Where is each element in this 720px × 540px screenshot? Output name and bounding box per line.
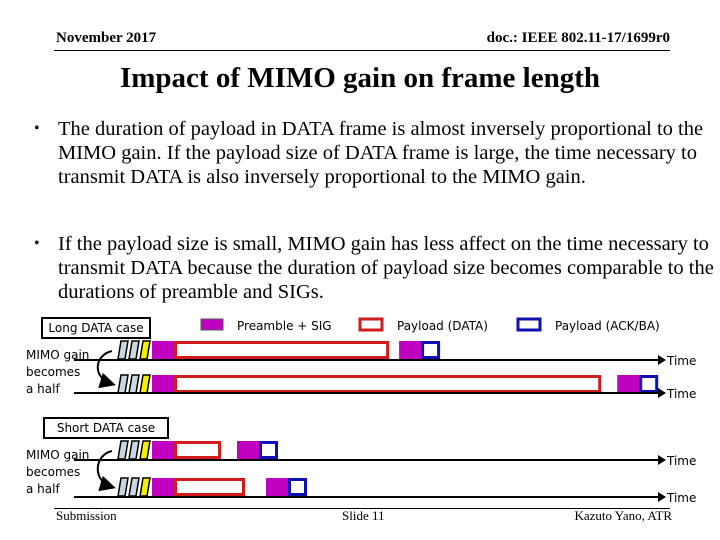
payload-data-block <box>174 478 245 496</box>
legend-preamble-swatch <box>200 318 224 331</box>
gain-arrow-icon <box>96 450 116 492</box>
legend-payload-data-swatch <box>358 317 384 332</box>
payload-data-block <box>174 375 602 393</box>
time-axis-label: Time <box>666 354 696 368</box>
spatial-stream-icon <box>139 477 151 497</box>
gain-note-text: a half <box>26 482 60 496</box>
payload-data-block <box>174 341 390 359</box>
legend-payload-ack-label: Payload (ACK/BA) <box>555 319 660 333</box>
spatial-stream-icon <box>117 440 129 460</box>
footer-slide-number: Slide 11 <box>342 508 385 523</box>
spatial-stream-icon <box>128 477 140 497</box>
ack-preamble-block <box>399 341 422 359</box>
ack-preamble-block <box>266 478 288 496</box>
ack-preamble-block <box>237 441 259 459</box>
spatial-stream-icon <box>117 340 129 360</box>
footer-author: Kazuto Yano, ATR <box>574 508 672 523</box>
legend: Preamble + SIG Payload (DATA) Payload (A… <box>200 317 660 333</box>
legend-preamble-label: Preamble + SIG <box>237 319 332 333</box>
ack-preamble-block <box>617 375 640 393</box>
time-axis-arrow-icon <box>658 492 666 502</box>
spatial-stream-icon <box>139 440 151 460</box>
gain-arrow-icon <box>96 350 116 389</box>
spatial-stream-icon <box>117 374 129 394</box>
spatial-stream-icon <box>128 374 140 394</box>
preamble-block <box>152 478 174 496</box>
preamble-block <box>152 341 174 359</box>
time-axis-label: Time <box>666 387 696 401</box>
payload-ack-block <box>259 441 278 459</box>
payload-ack-block <box>421 341 441 359</box>
spatial-stream-icon <box>128 440 140 460</box>
footer-submission: Submission <box>56 508 117 523</box>
preamble-block <box>152 441 174 459</box>
legend-payload-ack-swatch <box>516 317 542 332</box>
frame-diagram: Preamble + SIG Payload (DATA) Payload (A… <box>26 317 696 505</box>
spatial-stream-icon <box>117 477 129 497</box>
time-axis-arrow-icon <box>658 355 666 365</box>
legend-payload-data-label: Payload (DATA) <box>397 319 488 333</box>
time-axis-label: Time <box>666 491 696 505</box>
gain-note-text: becomes <box>26 465 80 479</box>
case-label: Short DATA case <box>57 421 155 435</box>
time-axis-label: Time <box>666 454 696 468</box>
gain-note-text: a half <box>26 382 60 396</box>
case-label: Long DATA case <box>48 321 143 335</box>
time-axis-arrow-icon <box>658 455 666 465</box>
spatial-stream-icon <box>128 340 140 360</box>
gain-note-text: becomes <box>26 365 80 379</box>
preamble-block <box>152 375 174 393</box>
spatial-stream-icon <box>139 340 151 360</box>
payload-data-block <box>174 441 221 459</box>
payload-ack-block <box>288 478 307 496</box>
time-axis-arrow-icon <box>658 388 666 398</box>
spatial-stream-icon <box>139 374 151 394</box>
payload-ack-block <box>639 375 659 393</box>
